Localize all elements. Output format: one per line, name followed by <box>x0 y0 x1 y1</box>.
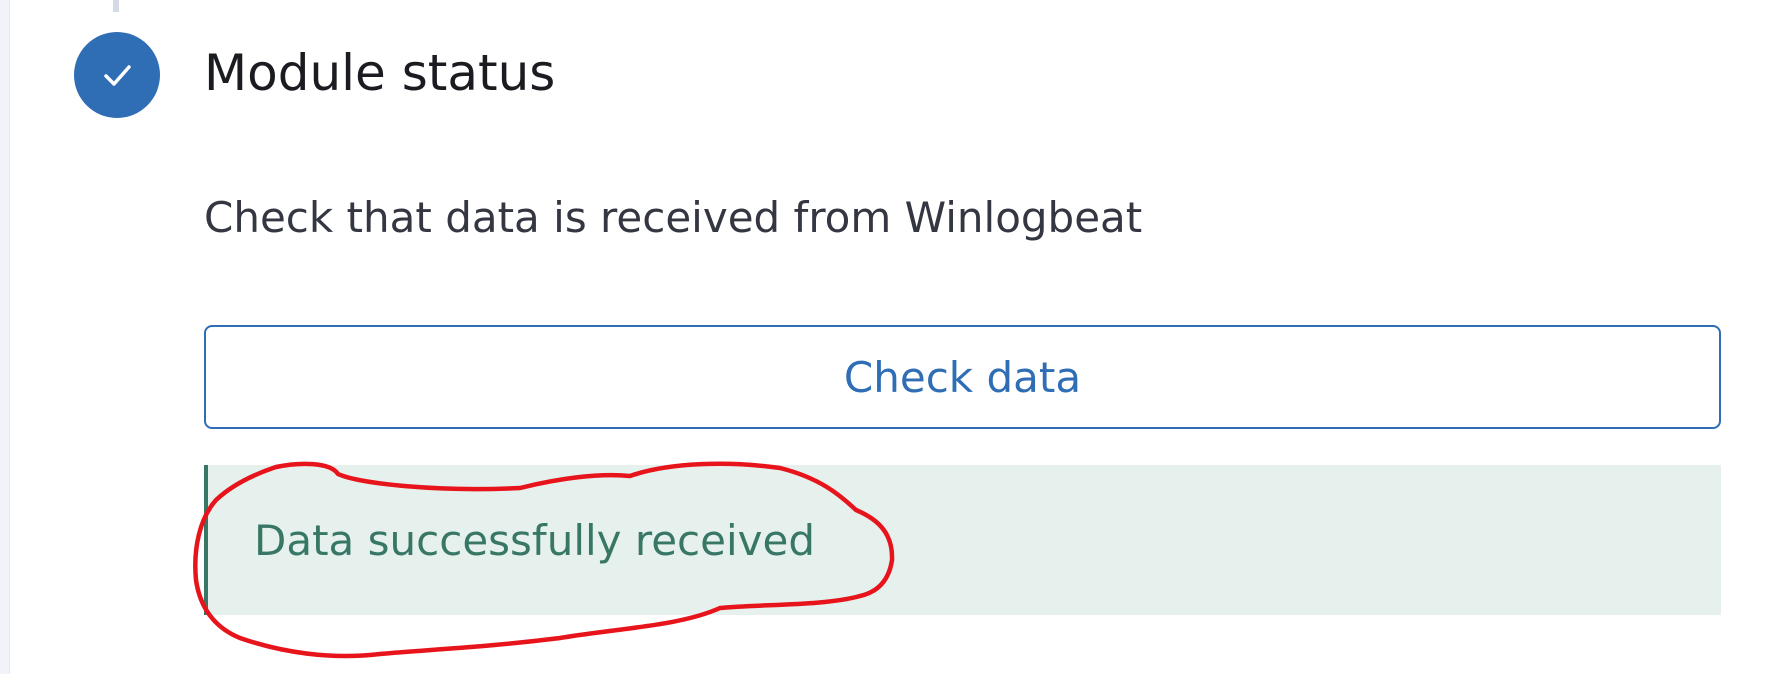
left-panel-border <box>0 0 10 674</box>
module-status-step: Module status Check that data is receive… <box>0 0 1783 674</box>
step-complete-indicator <box>74 32 160 118</box>
success-message: Data successfully received <box>254 516 816 565</box>
step-description: Check that data is received from Winlogb… <box>204 193 1143 242</box>
success-callout: Data successfully received <box>204 465 1721 615</box>
step-connector-line <box>113 0 119 12</box>
check-icon <box>104 65 131 86</box>
step-title: Module status <box>204 44 556 102</box>
check-data-button[interactable]: Check data <box>204 325 1721 429</box>
